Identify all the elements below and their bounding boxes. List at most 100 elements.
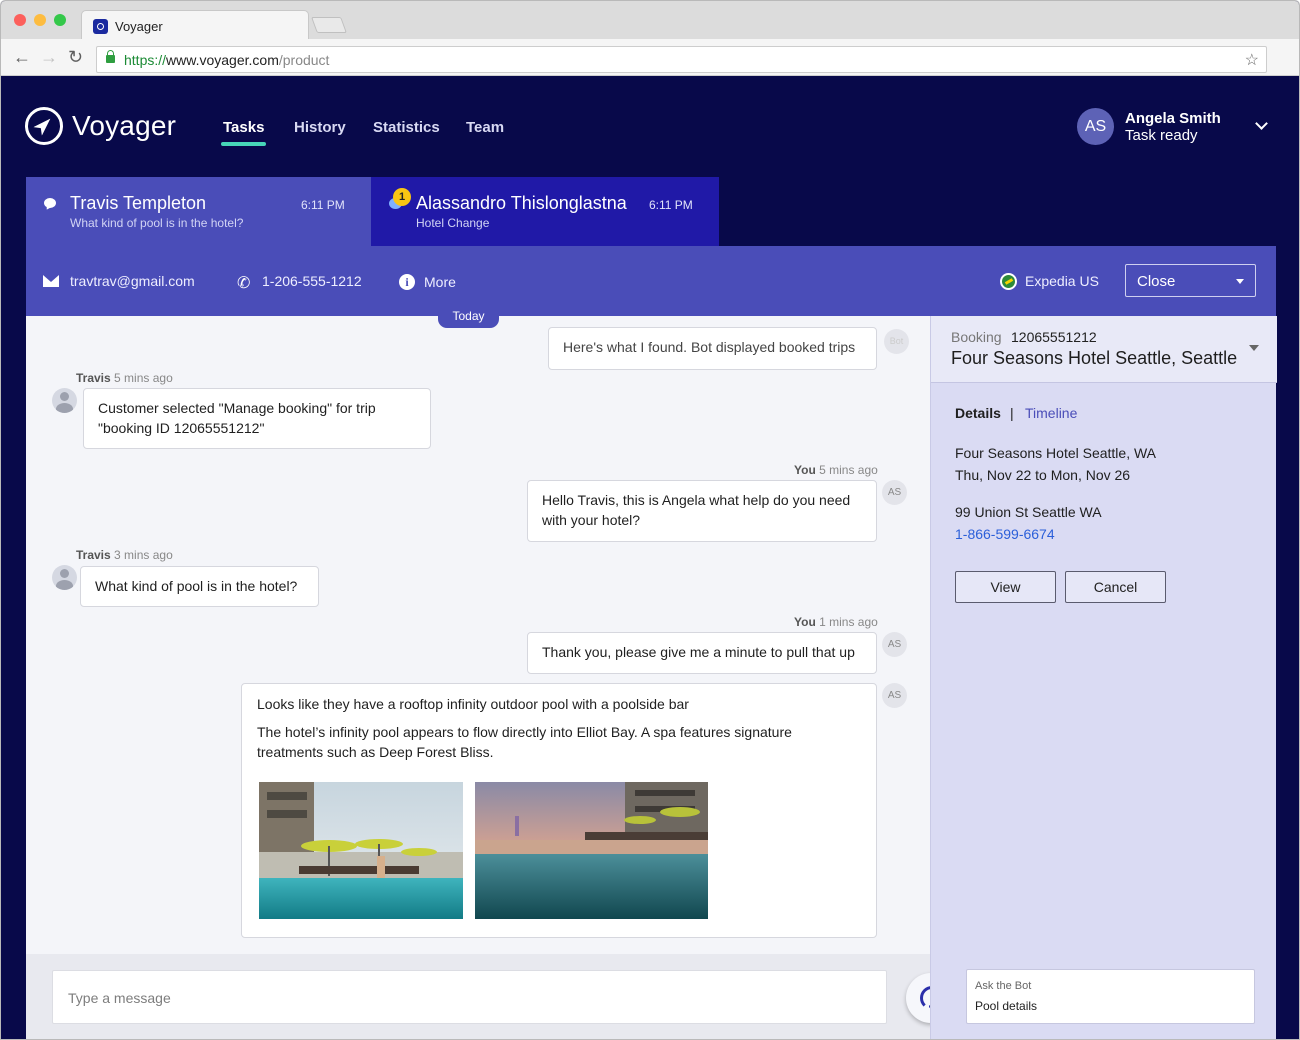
more-button[interactable]: More [424,274,456,290]
message-input[interactable]: Type a message [52,970,887,1024]
chevron-down-icon[interactable] [1255,117,1268,130]
booking-number: 12065551212 [1011,329,1097,345]
contact-phone[interactable]: 1-206-555-1212 [262,273,362,289]
composer-bar: Type a message [26,954,930,1039]
tab-separator: | [1010,405,1014,421]
message-meta: You 1 mins ago [794,615,878,629]
message-time: 1 mins ago [819,615,878,629]
booking-header[interactable]: Booking 12065551212 Four Seasons Hotel S… [931,316,1277,383]
url-text: https://www.voyager.com/product [124,52,329,68]
conversation-name: Travis Templeton [70,193,207,213]
conversation-tab-alassandro[interactable]: 1 Alassandro Thislonglastname Hotel Chan… [371,177,719,247]
message-time: 5 mins ago [114,371,173,385]
contact-info-bar: travtrav@gmail.com ✆ 1-206-555-1212 i Mo… [26,246,1276,316]
url-field[interactable]: https://www.voyager.com/product ☆ [96,46,1267,73]
message-time: 3 mins ago [114,548,173,562]
message-line: The hotel’s infinity pool appears to flo… [257,724,792,760]
maximize-window-dot[interactable] [54,14,66,26]
user-name: Angela Smith [1125,110,1221,127]
nav-history[interactable]: History [294,119,346,136]
info-icon: i [399,274,415,290]
message-author: You [794,463,816,477]
browser-tab-title: Voyager [115,19,163,34]
bookmark-star-icon[interactable]: ☆ [1245,50,1259,70]
nav-team[interactable]: Team [466,119,504,136]
minimize-window-dot[interactable] [34,14,46,26]
new-tab-button[interactable] [311,17,347,33]
agent-avatar: AS [882,632,907,657]
customer-avatar [52,388,77,413]
booking-label: Booking [951,329,1002,345]
bot-message: Here's what I found. Bot displayed booke… [548,327,877,370]
active-nav-indicator [221,142,266,146]
site-label: Expedia US [1025,273,1099,289]
message-author: Travis [76,371,111,385]
pool-photo-2[interactable] [475,782,708,919]
conversation-name: Alassandro Thislonglastname [416,193,628,213]
close-window-dot[interactable] [14,14,26,26]
mail-icon [43,275,59,287]
user-status: Task ready [1125,127,1198,144]
agent-message: Thank you, please give me a minute to pu… [527,632,877,674]
chat-transcript[interactable]: Today Here's what I found. Bot displayed… [26,306,930,1039]
pool-photo-1[interactable] [259,782,463,919]
message-author: Travis [76,548,111,562]
url-path: /product [278,52,330,68]
chat-bubble-icon [44,198,56,208]
voyager-favicon-icon [93,19,108,34]
hotel-address: 99 Union St Seattle WA [955,504,1102,520]
lock-icon [106,50,115,63]
contact-email[interactable]: travtrav@gmail.com [70,273,195,289]
url-scheme: https:// [124,52,167,68]
conversation-time: 6:11 PM [301,198,345,212]
conversation-preview: What kind of pool is in the hotel? [70,216,244,230]
tab-details[interactable]: Details [955,405,1001,421]
conversation-preview: Hotel Change [416,216,490,230]
cancel-button[interactable]: Cancel [1065,571,1166,603]
nav-statistics[interactable]: Statistics [373,119,440,136]
unread-badge: 1 [393,188,411,206]
status-select[interactable]: Close [1125,264,1256,297]
caret-down-icon[interactable] [1249,345,1259,351]
url-host: www.voyager.com [166,52,279,68]
view-button[interactable]: View [955,571,1056,603]
browser-tab-bar: Voyager [1,1,1299,40]
logo-text: Voyager [72,110,177,141]
booking-panel: Booking 12065551212 Four Seasons Hotel S… [930,316,1277,1039]
caret-down-icon [1236,279,1244,284]
conversation-tab-travis[interactable]: Travis Templeton What kind of pool is in… [26,177,371,247]
customer-message: What kind of pool is in the hotel? [80,566,319,607]
forward-arrow-icon[interactable]: → [40,46,58,68]
browser-window: Voyager ← → ↻ https://www.voyager.com/pr… [0,0,1300,1040]
agent-rich-message: Looks like they have a rooftop infinity … [241,683,877,938]
conversation-time: 6:11 PM [649,198,693,212]
reload-icon[interactable]: ↻ [68,46,83,68]
stay-dates: Thu, Nov 22 to Mon, Nov 26 [955,467,1131,483]
tab-timeline[interactable]: Timeline [1025,405,1077,421]
compass-logo-icon [25,107,63,145]
message-time: 5 mins ago [819,463,878,477]
browser-tab[interactable]: Voyager [81,10,309,40]
message-author: You [794,615,816,629]
nav-tasks[interactable]: Tasks [223,119,264,136]
message-line: Looks like they have a rooftop infinity … [257,696,689,712]
ask-bot-value: Pool details [975,999,1038,1013]
agent-message: Hello Travis, this is Angela what help d… [527,480,877,542]
hotel-name: Four Seasons Hotel Seattle, WA [955,445,1157,461]
status-select-value: Close [1137,273,1176,290]
customer-avatar [52,565,77,590]
message-meta: You 5 mins ago [794,463,878,477]
user-avatar[interactable]: AS [1077,108,1114,145]
ask-bot-card[interactable]: Ask the Bot Pool details [966,969,1255,1024]
back-arrow-icon[interactable]: ← [13,46,31,68]
hotel-phone-link[interactable]: 1-866-599-6674 [955,526,1055,542]
booking-title: Four Seasons Hotel Seattle, Seattle [951,348,1238,368]
globe-icon [1000,273,1017,290]
agent-avatar: AS [882,480,907,505]
message-meta: Travis 5 mins ago [76,371,173,385]
ask-bot-label: Ask the Bot [975,980,1032,992]
customer-message: Customer selected "Manage booking" for t… [83,388,431,449]
message-meta: Travis 3 mins ago [76,548,173,562]
phone-icon: ✆ [237,275,251,292]
agent-avatar: AS [882,683,907,708]
